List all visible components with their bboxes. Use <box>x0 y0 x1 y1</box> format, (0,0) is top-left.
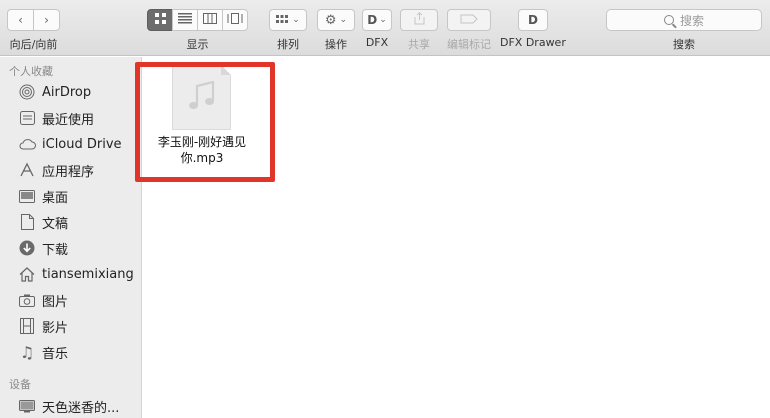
back-button[interactable]: ‹ <box>7 9 34 31</box>
sidebar-item-home[interactable]: tiansemixiang <box>18 263 134 285</box>
downloads-icon <box>18 239 36 257</box>
dfx-drawer-group: D DFX Drawer <box>500 9 566 49</box>
action-button[interactable]: ⚙ ⌄ <box>317 9 355 31</box>
music-icon: ♫ <box>19 342 35 362</box>
applications-icon <box>18 161 36 179</box>
chevron-down-icon: ⌄ <box>339 15 348 25</box>
toolbar: ‹ › 向后/向前 显示 ⌄ 排列 ⚙ ⌄ 操作 D ⌄ DFX 共享 编辑标记… <box>0 0 770 56</box>
columns-icon <box>203 13 217 27</box>
sidebar-item-music[interactable]: ♫ 音乐 <box>18 341 68 363</box>
sidebar-item-documents[interactable]: 文稿 <box>18 211 68 233</box>
view-label: 显示 <box>186 38 209 51</box>
search-icon <box>663 15 674 25</box>
arrange-group: ⌄ 排列 <box>269 9 307 52</box>
sidebar: 个人收藏 AirDrop 最近使用 iCloud Drive 应用程序 桌面 文… <box>0 57 142 418</box>
list-icon <box>178 13 192 27</box>
share-icon <box>414 12 425 28</box>
home-icon <box>18 265 36 283</box>
action-label: 操作 <box>325 38 347 51</box>
sidebar-item-label: 下载 <box>42 242 69 258</box>
highlight-box <box>135 62 275 182</box>
action-group: ⚙ ⌄ 操作 <box>317 9 355 52</box>
recents-icon <box>18 109 36 127</box>
view-group: 显示 <box>147 9 248 52</box>
sidebar-item-label: 文稿 <box>42 216 69 232</box>
gear-icon: ⚙ <box>324 12 337 28</box>
chevron-down-icon: ⌄ <box>379 15 387 25</box>
tags-group: 编辑标记 <box>447 9 491 52</box>
sidebar-item-label: 影片 <box>42 320 69 336</box>
arrange-button[interactable]: ⌄ <box>269 9 307 31</box>
search-input[interactable]: 搜索 <box>606 9 762 31</box>
search-placeholder: 搜索 <box>679 13 704 28</box>
chevron-right-icon: › <box>44 13 49 27</box>
dfx-group: D ⌄ DFX <box>362 9 392 49</box>
tag-icon <box>460 13 478 27</box>
tags-label: 编辑标记 <box>447 38 491 51</box>
search-label: 搜索 <box>673 38 695 51</box>
dfx-icon: D <box>367 13 378 27</box>
dfx-button[interactable]: D ⌄ <box>362 9 392 31</box>
search-group: 搜索 搜索 <box>606 9 762 52</box>
sidebar-item-applications[interactable]: 应用程序 <box>18 159 94 181</box>
sidebar-item-downloads[interactable]: 下载 <box>18 237 68 259</box>
sidebar-item-label: 天色迷香的... <box>42 400 120 416</box>
sidebar-item-label: tiansemixiang <box>42 266 134 282</box>
nav-label: 向后/向前 <box>9 38 58 51</box>
file-browser: 李玉刚-刚好遇见 你.mp3 <box>135 57 770 418</box>
dfx-drawer-button[interactable]: D <box>517 9 548 31</box>
share-group: 共享 <box>400 9 438 52</box>
favorites-title: 个人收藏 <box>9 65 53 78</box>
gallery-icon <box>227 13 243 27</box>
view-icons-button[interactable] <box>147 9 173 31</box>
sidebar-item-label: 图片 <box>42 294 69 310</box>
view-gallery-button[interactable] <box>222 9 248 31</box>
desktop-icon <box>18 187 36 205</box>
sidebar-item-label: 音乐 <box>42 346 69 362</box>
sidebar-item-movies[interactable]: 影片 <box>18 315 68 337</box>
dfx-drawer-icon: D <box>527 13 538 27</box>
share-button[interactable] <box>400 9 438 31</box>
airdrop-icon <box>18 83 36 101</box>
dfx-drawer-label: DFX Drawer <box>500 36 566 49</box>
documents-icon <box>18 213 36 231</box>
edit-tags-button[interactable] <box>447 9 491 31</box>
arrange-grid-icon <box>276 13 289 27</box>
sidebar-item-label: 桌面 <box>42 190 69 206</box>
chevron-down-icon: ⌄ <box>292 15 300 25</box>
share-label: 共享 <box>408 38 430 51</box>
forward-button[interactable]: › <box>33 9 60 31</box>
sidebar-item-airdrop[interactable]: AirDrop <box>18 81 91 103</box>
sidebar-item-pictures[interactable]: 图片 <box>18 289 68 311</box>
devices-title: 设备 <box>9 378 31 391</box>
arrange-label: 排列 <box>277 38 299 51</box>
pictures-icon <box>18 291 36 309</box>
nav-group: ‹ › 向后/向前 <box>7 9 60 52</box>
grid-icon <box>154 13 166 27</box>
movies-icon <box>18 317 36 335</box>
view-list-button[interactable] <box>172 9 198 31</box>
sidebar-item-label: iCloud Drive <box>42 136 122 152</box>
dfx-label: DFX <box>365 36 389 49</box>
sidebar-item-desktop[interactable]: 桌面 <box>18 185 68 207</box>
chevron-left-icon: ‹ <box>18 13 23 27</box>
view-columns-button[interactable] <box>197 9 223 31</box>
sidebar-item-icloud[interactable]: iCloud Drive <box>18 133 122 155</box>
sidebar-item-recents[interactable]: 最近使用 <box>18 107 94 129</box>
sidebar-item-computer[interactable]: 天色迷香的... <box>18 395 119 417</box>
sidebar-item-label: 应用程序 <box>42 164 95 180</box>
sidebar-item-label: 最近使用 <box>42 112 95 128</box>
computer-icon <box>18 397 36 415</box>
sidebar-item-label: AirDrop <box>42 84 92 100</box>
cloud-icon <box>18 135 36 153</box>
